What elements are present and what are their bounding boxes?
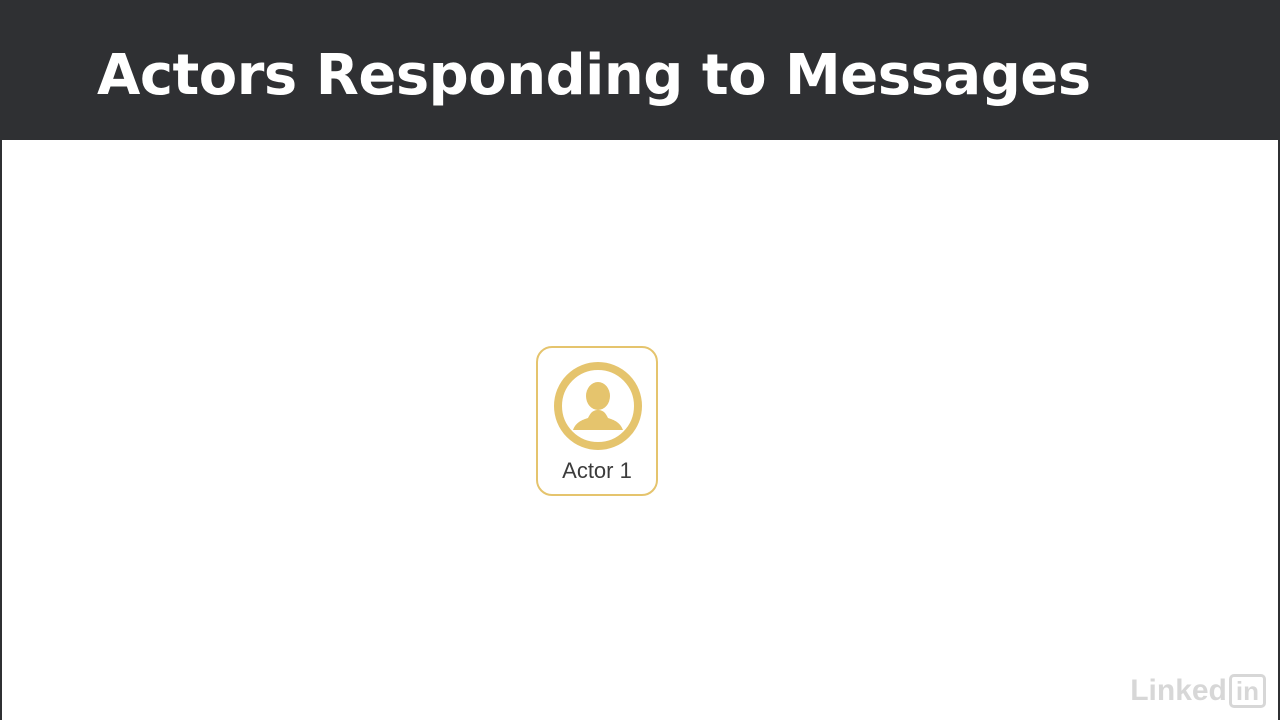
watermark-text: Linked [1130, 674, 1227, 707]
linkedin-watermark: Linked in [1130, 674, 1266, 708]
slide-title: Actors Responding to Messages [97, 43, 1091, 108]
slide-header: Actors Responding to Messages [0, 0, 1280, 140]
person-icon [554, 362, 642, 450]
actor-card: Actor 1 [536, 346, 658, 496]
actor-label: Actor 1 [562, 458, 632, 483]
left-border [0, 140, 2, 720]
slide: Actors Responding to Messages Actor 1 Li… [0, 0, 1280, 720]
watermark-in-box: in [1228, 674, 1266, 708]
